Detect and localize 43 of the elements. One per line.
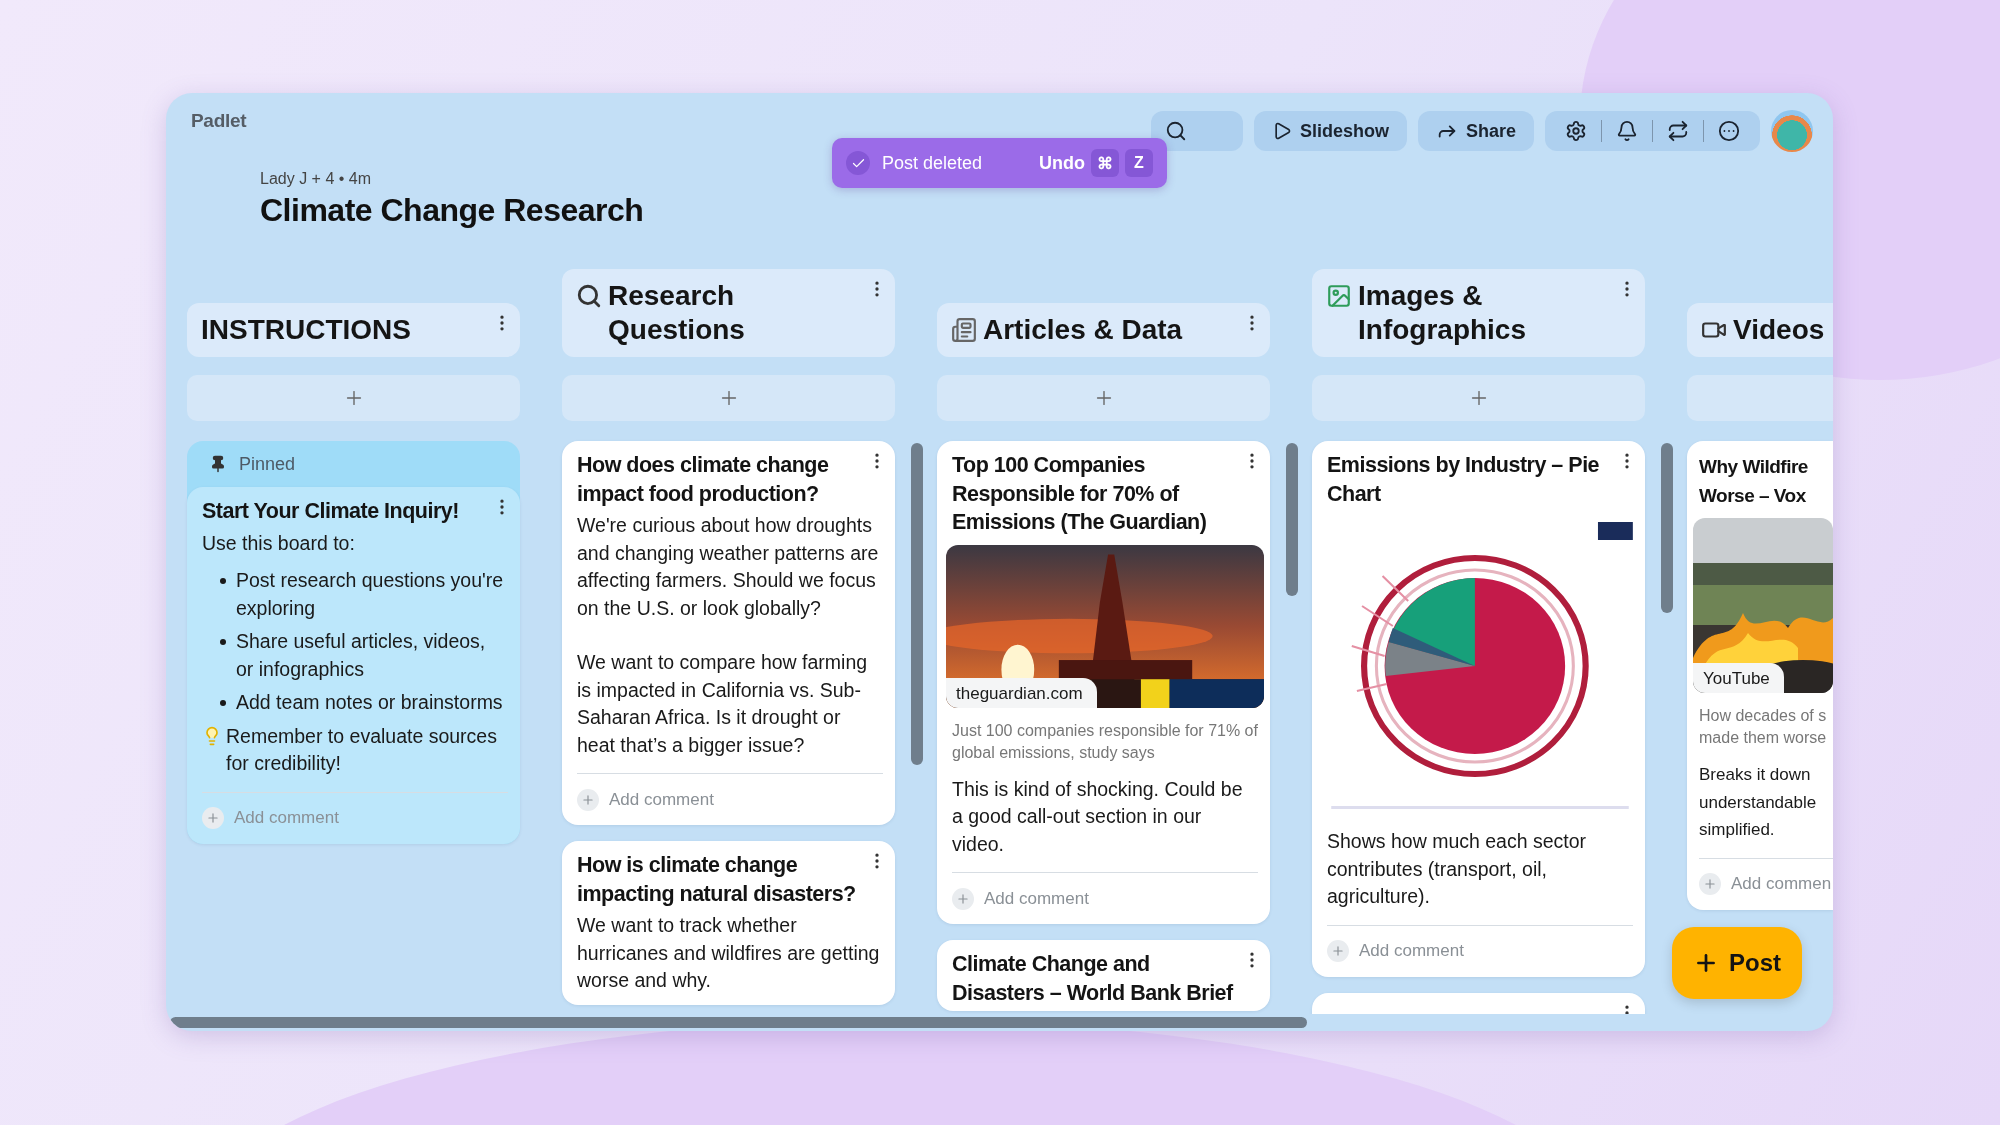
post-title: Top 100 Companies Responsible for 70% of Emissions (The Guardian) [952,452,1208,536]
slideshow-button[interactable]: Slideshow [1253,111,1407,151]
link-description: How decades of s made them worse [1699,706,1828,748]
post-text: Use this board to: [202,530,356,556]
link-description: Just 100 companies responsible for 71% of global emissions, study says [952,720,1258,763]
share-button[interactable]: Share [1417,111,1534,151]
post-title: Climate Change and Disasters – World Bank Brief [952,951,1235,1007]
column-title: Research Questions [608,279,746,347]
post-text: We're curious about how droughts and changing weather patterns are affecting farmers. Should we focus on the U.S. or look globally? [577,513,880,621]
app-logo[interactable]: Padlet [191,110,644,132]
source-label: theguardian.com [946,677,1097,708]
add-comment-field[interactable]: Add comment [1359,941,1464,961]
post-text: We want to compare how farming is impacted in California vs. Sub-Saharan Africa. Is it drought or heat that’s a bigger issue? [577,650,869,758]
post-title: Why Wildfire Worse – Vox [1699,455,1808,508]
post-text: This is kind of shocking. Could be a good call-out section in our video. [952,776,1244,857]
undo-button[interactable]: Undo [1039,152,1085,174]
toast-message: Post deleted [882,152,984,174]
post-text: Shows how much each sector contributes (transport, oil, agriculture). [1327,829,1588,909]
board-meta: Lady J + 4 • 4m [260,170,372,188]
column-title: Videos [1733,313,1825,347]
add-comment-field[interactable]: Add comment [609,789,714,810]
post-title: How is climate change impacting natural disasters? [577,852,857,908]
post-title: How does climate change impact food production? [577,452,830,508]
add-comment-field[interactable]: Add commen [1731,874,1832,894]
key-cap: ⌘ [1091,149,1119,177]
post-title: Emissions by Industry – Pie Chart [1327,452,1601,508]
add-comment-field[interactable]: Add comment [984,888,1089,909]
column-title: Images & Infographics [1358,279,1527,347]
key-cap: Z [1125,149,1153,177]
post-text: We want to track whether hurricanes and wildfires are getting worse and why. [577,913,881,993]
column-title: INSTRUCTIONS [201,313,411,347]
source-label: YouTube [1693,663,1784,693]
board-title: Climate Change Research [260,192,644,229]
post-button[interactable]: Post [1672,927,1802,999]
pinned-label: Pinned [239,453,296,475]
post-title: Start Your Climate Inquiry! [202,498,460,525]
bullet-text: Share useful articles, videos, or infographics [236,629,487,682]
post-text: Remember to evaluate sources for credibility! [226,723,498,776]
add-comment-field[interactable]: Add comment [234,808,339,828]
bullet-text: Add team notes or brainstorms [236,690,503,715]
column-title: Articles & Data [983,313,1183,347]
post-text: Breaks it down understandable simplified. [1699,764,1818,841]
bullet-text: Post research questions you're exploring [236,568,505,621]
